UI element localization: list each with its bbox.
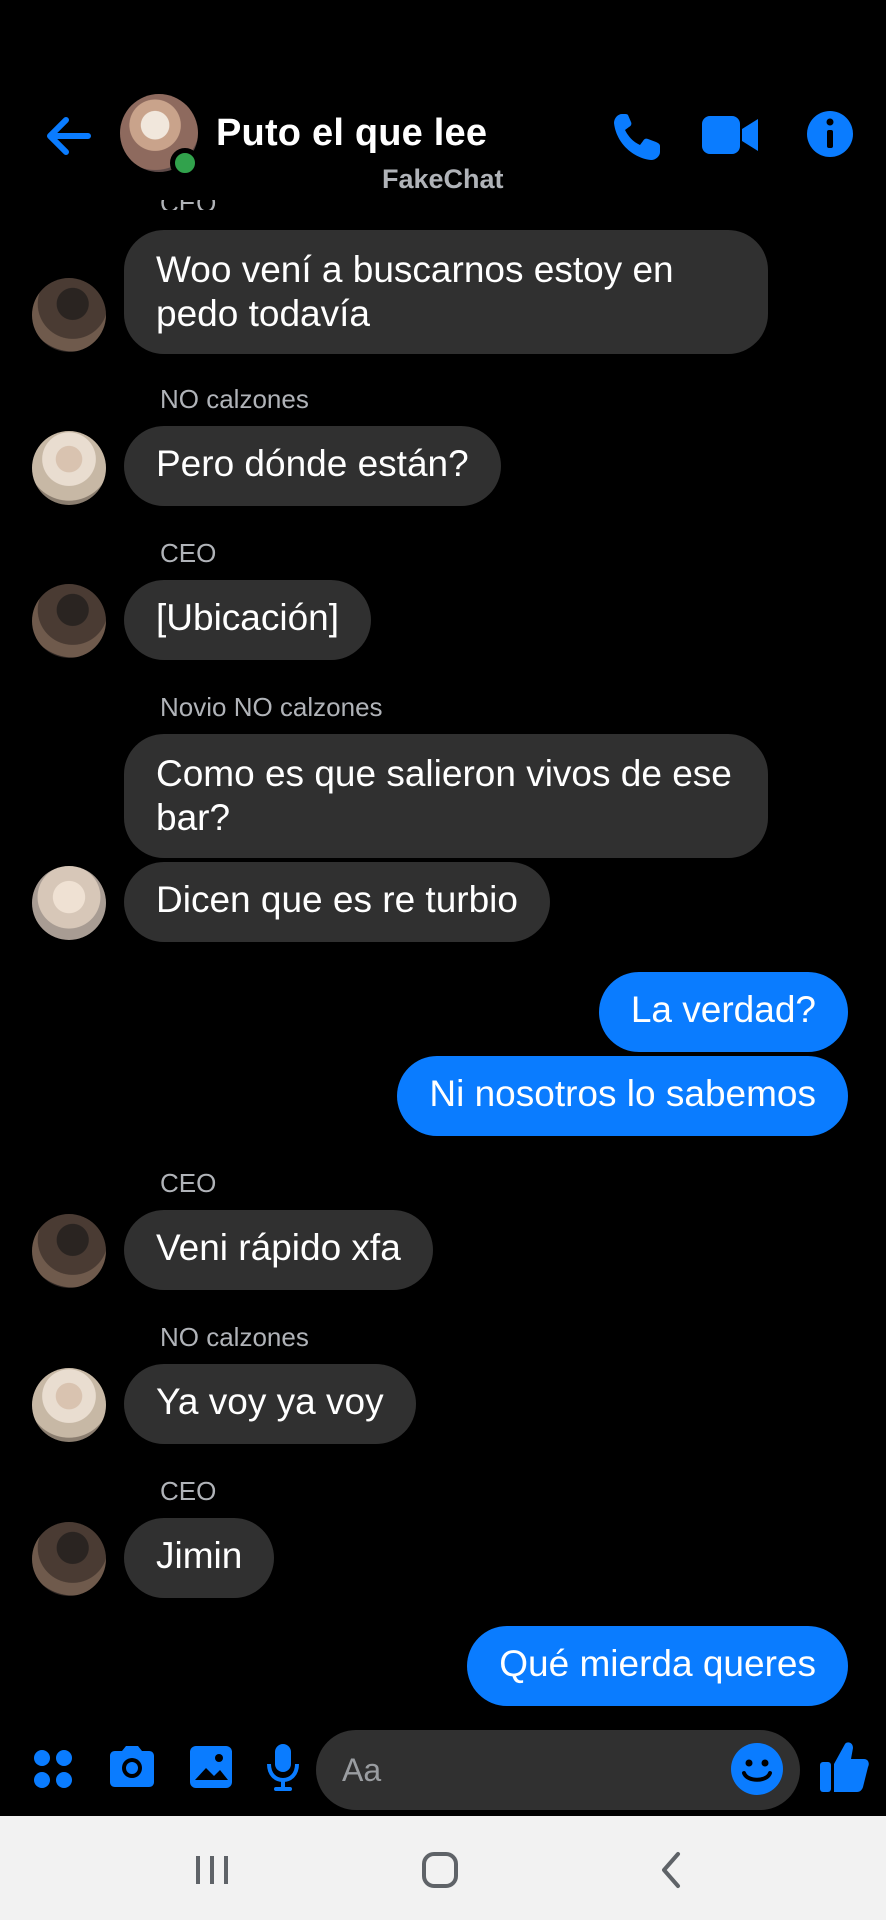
- info-icon[interactable]: [806, 110, 854, 158]
- sender-avatar[interactable]: [32, 866, 106, 940]
- image-icon[interactable]: [188, 1744, 234, 1790]
- message-input-placeholder: Aa: [342, 1752, 382, 1788]
- message-bubble-incoming[interactable]: Ya voy ya voy: [124, 1364, 416, 1444]
- system-navigation-bar: [0, 1816, 886, 1920]
- phone-icon[interactable]: [608, 108, 666, 166]
- chat-title[interactable]: Puto el que lee: [216, 112, 487, 155]
- message-bubble-incoming[interactable]: Pero dónde están?: [124, 426, 501, 506]
- camera-icon[interactable]: [106, 1744, 158, 1788]
- chat-header: Puto el que lee FakeChat: [0, 0, 886, 200]
- message-input[interactable]: [316, 1730, 800, 1810]
- sender-name-label: NO calzones: [160, 384, 309, 414]
- message-bubble-outgoing[interactable]: La verdad?: [598, 972, 848, 1052]
- recent-apps-icon[interactable]: [192, 1852, 232, 1888]
- sender-name-label: CEO: [160, 538, 217, 568]
- message-bubble-incoming[interactable]: [Ubicación]: [124, 580, 372, 660]
- message-bubble-outgoing[interactable]: Ni nosotros lo sabemos: [397, 1056, 848, 1136]
- smiley-icon[interactable]: [730, 1742, 784, 1796]
- sender-avatar[interactable]: [32, 1368, 106, 1442]
- sender-avatar[interactable]: [32, 431, 106, 505]
- message-bubble-incoming[interactable]: Dicen que es re turbio: [124, 862, 550, 942]
- sender-name-label: CEO: [160, 1476, 217, 1506]
- message-bubble-incoming[interactable]: Veni rápido xfa: [124, 1210, 433, 1290]
- sender-avatar[interactable]: [32, 1522, 106, 1596]
- sender-avatar[interactable]: [32, 1214, 106, 1288]
- sender-avatar[interactable]: [32, 584, 106, 658]
- app-watermark: FakeChat: [382, 164, 504, 194]
- online-status-badge: [170, 148, 200, 178]
- sender-name-label: Novio NO calzones: [160, 692, 383, 722]
- grid-icon[interactable]: [32, 1748, 74, 1790]
- home-icon[interactable]: [420, 1850, 460, 1890]
- message-bubble-incoming[interactable]: Como es que salieron vivos de ese bar?: [124, 734, 768, 858]
- microphone-icon[interactable]: [266, 1742, 300, 1792]
- sender-avatar[interactable]: [32, 278, 106, 352]
- message-bubble-outgoing[interactable]: Qué mierda queres: [467, 1626, 848, 1706]
- sender-name-label: NO calzones: [160, 1322, 309, 1352]
- message-bubble-incoming[interactable]: Jimin: [124, 1518, 275, 1598]
- thumbs-up-icon[interactable]: [818, 1738, 870, 1794]
- back-arrow-icon[interactable]: [40, 108, 96, 164]
- sender-name-label: CEO: [160, 1168, 217, 1198]
- message-bubble-incoming[interactable]: Woo vení a buscarnos estoy en pedo todav…: [124, 230, 768, 354]
- back-nav-icon[interactable]: [656, 1850, 686, 1890]
- video-camera-icon[interactable]: [700, 112, 760, 158]
